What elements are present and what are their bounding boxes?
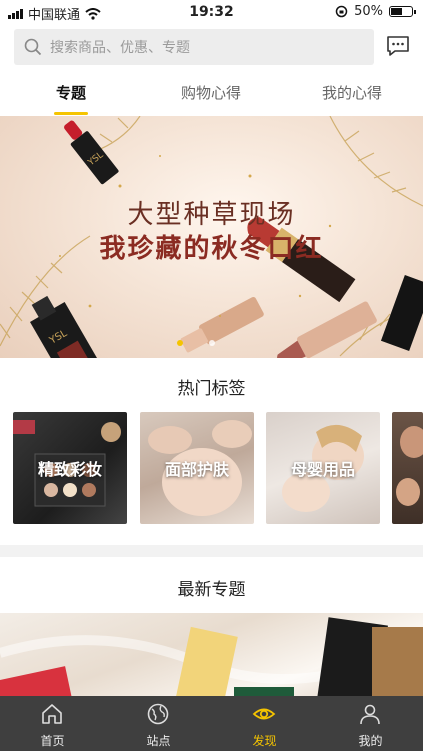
eye-icon	[252, 708, 276, 720]
banner-title-line1: 大型种草现场	[127, 200, 296, 230]
hot-tags-title: 热门标签	[177, 379, 246, 399]
carousel-dot[interactable]	[209, 340, 215, 346]
tag-card-baby[interactable]: 母婴用品	[266, 412, 380, 524]
nav-discover-label: 发现	[252, 734, 277, 748]
lipstick-nude	[277, 301, 377, 358]
header: 搜索商品、优惠、专题 专题 购物心得 我的心得	[0, 24, 423, 116]
battery-icon	[389, 6, 416, 17]
tag-card-label: 面部护肤	[164, 460, 229, 479]
lipstick-black	[380, 274, 423, 352]
tag-card-partial[interactable]	[392, 412, 423, 524]
bottom-nav: 首页 站点 发现 我的	[0, 696, 423, 751]
tag-card-makeup[interactable]: 精致彩妆	[13, 412, 127, 524]
nav-me-label: 我的	[358, 734, 383, 748]
status-bar: 中国联通 19:32 50%	[0, 0, 423, 24]
home-icon	[42, 704, 62, 724]
active-tab-indicator	[54, 112, 88, 115]
nav-home-label: 首页	[40, 734, 65, 748]
newest-topic-card[interactable]	[0, 613, 423, 703]
message-icon[interactable]	[385, 33, 411, 59]
nav-discover[interactable]: 发现	[212, 696, 317, 751]
promo-banner[interactable]: YSL YSL 大型种草现场 我珍藏的秋冬口红	[0, 116, 423, 358]
orientation-lock-icon	[335, 5, 348, 18]
banner-title-line2: 我珍藏的秋冬口红	[99, 234, 324, 264]
tab-topics[interactable]: 专题	[11, 82, 131, 103]
user-icon	[360, 704, 380, 725]
tag-card-skincare[interactable]: 面部护肤	[140, 412, 254, 524]
carousel-dot-active[interactable]	[177, 340, 183, 346]
tag-card-label: 母婴用品	[290, 460, 355, 479]
search-input[interactable]: 搜索商品、优惠、专题	[50, 37, 190, 57]
nav-sites-label: 站点	[146, 734, 171, 748]
status-right: 50%	[335, 4, 416, 19]
lipstick-ysl-top: YSL	[64, 120, 119, 185]
search-bar[interactable]: 搜索商品、优惠、专题	[14, 29, 374, 65]
nav-home[interactable]: 首页	[0, 696, 105, 751]
tab-my-notes[interactable]: 我的心得	[292, 82, 412, 103]
tab-bar: 专题 购物心得 我的心得	[0, 76, 423, 116]
nav-sites[interactable]: 站点	[106, 696, 211, 751]
tag-card-partial-image	[396, 426, 423, 506]
hot-tags-section: 热门标签 精致彩妆 面部护肤 母婴用品	[0, 358, 423, 545]
tab-shopping-notes[interactable]: 购物心得	[151, 82, 271, 103]
battery-percent: 50%	[354, 4, 383, 19]
tag-card-label: 精致彩妆	[37, 460, 102, 479]
lipstick-ysl-left: YSL	[29, 295, 108, 358]
lipstick-rose-gold	[180, 297, 264, 353]
newest-topics-title: 最新专题	[177, 580, 246, 600]
newest-topic-image	[0, 617, 423, 703]
search-icon	[24, 38, 42, 56]
nav-me[interactable]: 我的	[318, 696, 423, 751]
globe-icon	[147, 703, 169, 725]
